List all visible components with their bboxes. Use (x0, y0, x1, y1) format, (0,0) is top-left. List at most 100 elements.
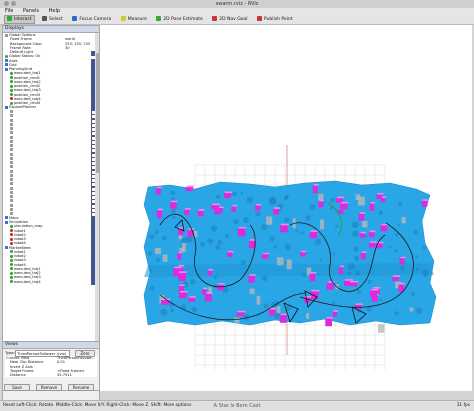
display-row[interactable]: executed_traj4 (3, 280, 95, 285)
obstacle-cube-top (157, 208, 164, 211)
tool-publish-point[interactable]: Publish Point (255, 15, 295, 24)
display-type-icon (10, 271, 13, 275)
views-button-row: Save Remove Rename (2, 383, 98, 391)
tool-measure[interactable]: Measure (119, 15, 149, 24)
obstacle-cube (261, 254, 269, 259)
map-texture-blob (330, 197, 336, 203)
obstacle-cube (338, 267, 343, 275)
3d-viewport[interactable] (100, 25, 472, 391)
map-texture-blob (172, 215, 176, 219)
map-texture-blob (351, 221, 359, 229)
map-texture-blob (150, 286, 155, 291)
map-texture-blob (269, 236, 275, 242)
obstacle-cube-top (381, 196, 387, 198)
menu-panels[interactable]: Panels (23, 8, 39, 14)
map-texture-blob (170, 190, 176, 196)
obstacle-cube (170, 202, 177, 209)
nav-goal-icon (212, 16, 218, 21)
map-texture-blob (190, 279, 196, 285)
obstacle-cube-top (373, 287, 381, 289)
tool-2d-nav-goal[interactable]: 2D Nav Goal (210, 15, 249, 24)
obstacle-cube-top (274, 207, 280, 209)
display-type-icon (10, 186, 13, 190)
view-property-value[interactable]: 45.7511 (57, 373, 72, 377)
map-texture-blob (200, 242, 206, 247)
map-texture-blob (171, 197, 175, 201)
unknown-cell (194, 231, 198, 238)
obstacle-cube-top (356, 303, 363, 305)
obstacle-cube (179, 292, 187, 299)
obstacle-cube (360, 253, 366, 260)
map-texture-blob (240, 192, 244, 195)
pose-estimate-icon (156, 16, 162, 21)
display-type-icon (10, 80, 13, 84)
obstacle-cube (202, 289, 207, 295)
image-caption: A Star Is Born Cast (213, 403, 261, 409)
obstacle-cube (340, 203, 348, 210)
obstacle-cube-top (218, 283, 225, 285)
display-type-icon (10, 156, 13, 160)
display-type-icon (10, 280, 13, 283)
display-type-icon (10, 250, 13, 254)
tool-focus-camera[interactable]: Focus Camera (70, 15, 113, 24)
tool-interact[interactable]: Interact (4, 15, 35, 24)
map-texture-blob (394, 249, 398, 253)
obstacle-cube-top (179, 271, 187, 273)
obstacle-cube-top (203, 287, 208, 290)
display-type-icon (10, 131, 13, 135)
map-texture-blob (379, 298, 383, 302)
menu-file[interactable]: File (5, 8, 13, 14)
obstacle-cube (370, 290, 378, 298)
obstacle-cube (227, 252, 233, 257)
remove-view-button[interactable]: Remove (36, 384, 62, 391)
unknown-cell (378, 324, 385, 333)
display-type-icon (10, 178, 13, 181)
display-type-icon (10, 101, 13, 105)
unknown-cell (409, 307, 414, 312)
map-texture-blob (233, 219, 239, 225)
obstacle-cube (269, 309, 276, 316)
unknown-cell (276, 257, 284, 266)
minimize-window-icon[interactable] (11, 1, 16, 6)
obstacle-cube-top (370, 241, 377, 243)
obstacle-cube-top (393, 275, 400, 277)
map-texture-blob (215, 194, 220, 199)
obstacle-cube-top (255, 204, 262, 206)
menu-help[interactable]: Help (49, 8, 60, 14)
display-type-icon (10, 173, 13, 177)
obstacle-cube-top (345, 279, 353, 281)
display-type-icon (10, 229, 13, 232)
obstacle-cube (392, 276, 399, 281)
save-view-button[interactable]: Save (4, 384, 30, 391)
scrollbar-thumb[interactable] (95, 53, 99, 173)
rename-view-button[interactable]: Rename (68, 384, 94, 391)
tool-select[interactable]: Select (40, 15, 65, 24)
obstacle-cube-top (370, 202, 376, 204)
display-type-icon (10, 263, 13, 266)
map-texture-blob (354, 256, 360, 261)
display-type-icon (10, 254, 13, 258)
map-texture-blob (355, 270, 361, 276)
map-texture-blob (240, 259, 246, 265)
obstacle-cube-top (185, 208, 191, 210)
displays-scrollbar[interactable] (95, 33, 99, 358)
obstacle-cube (188, 297, 195, 302)
display-type-icon (10, 93, 13, 96)
obstacle-cube-top (156, 186, 162, 189)
map-texture-blob (356, 289, 362, 295)
obstacle-cube-top (189, 296, 196, 298)
unknown-cell (362, 220, 368, 228)
map-texture-blob (319, 258, 323, 262)
map-texture-blob (224, 233, 229, 238)
obstacle-cube (369, 242, 376, 248)
display-type-icon (10, 118, 13, 122)
map-texture-blob (255, 211, 261, 217)
obstacle-cube (309, 231, 318, 239)
view-property-row[interactable]: Distance 45.7511 (5, 373, 97, 377)
tool-2d-pose-estimate[interactable]: 2D Pose Estimate (154, 15, 205, 24)
obstacle-cube (155, 188, 161, 195)
close-window-icon[interactable] (4, 1, 9, 6)
map-texture-blob (261, 223, 268, 231)
scene-render[interactable] (100, 25, 472, 391)
map-texture-blob (149, 269, 153, 272)
